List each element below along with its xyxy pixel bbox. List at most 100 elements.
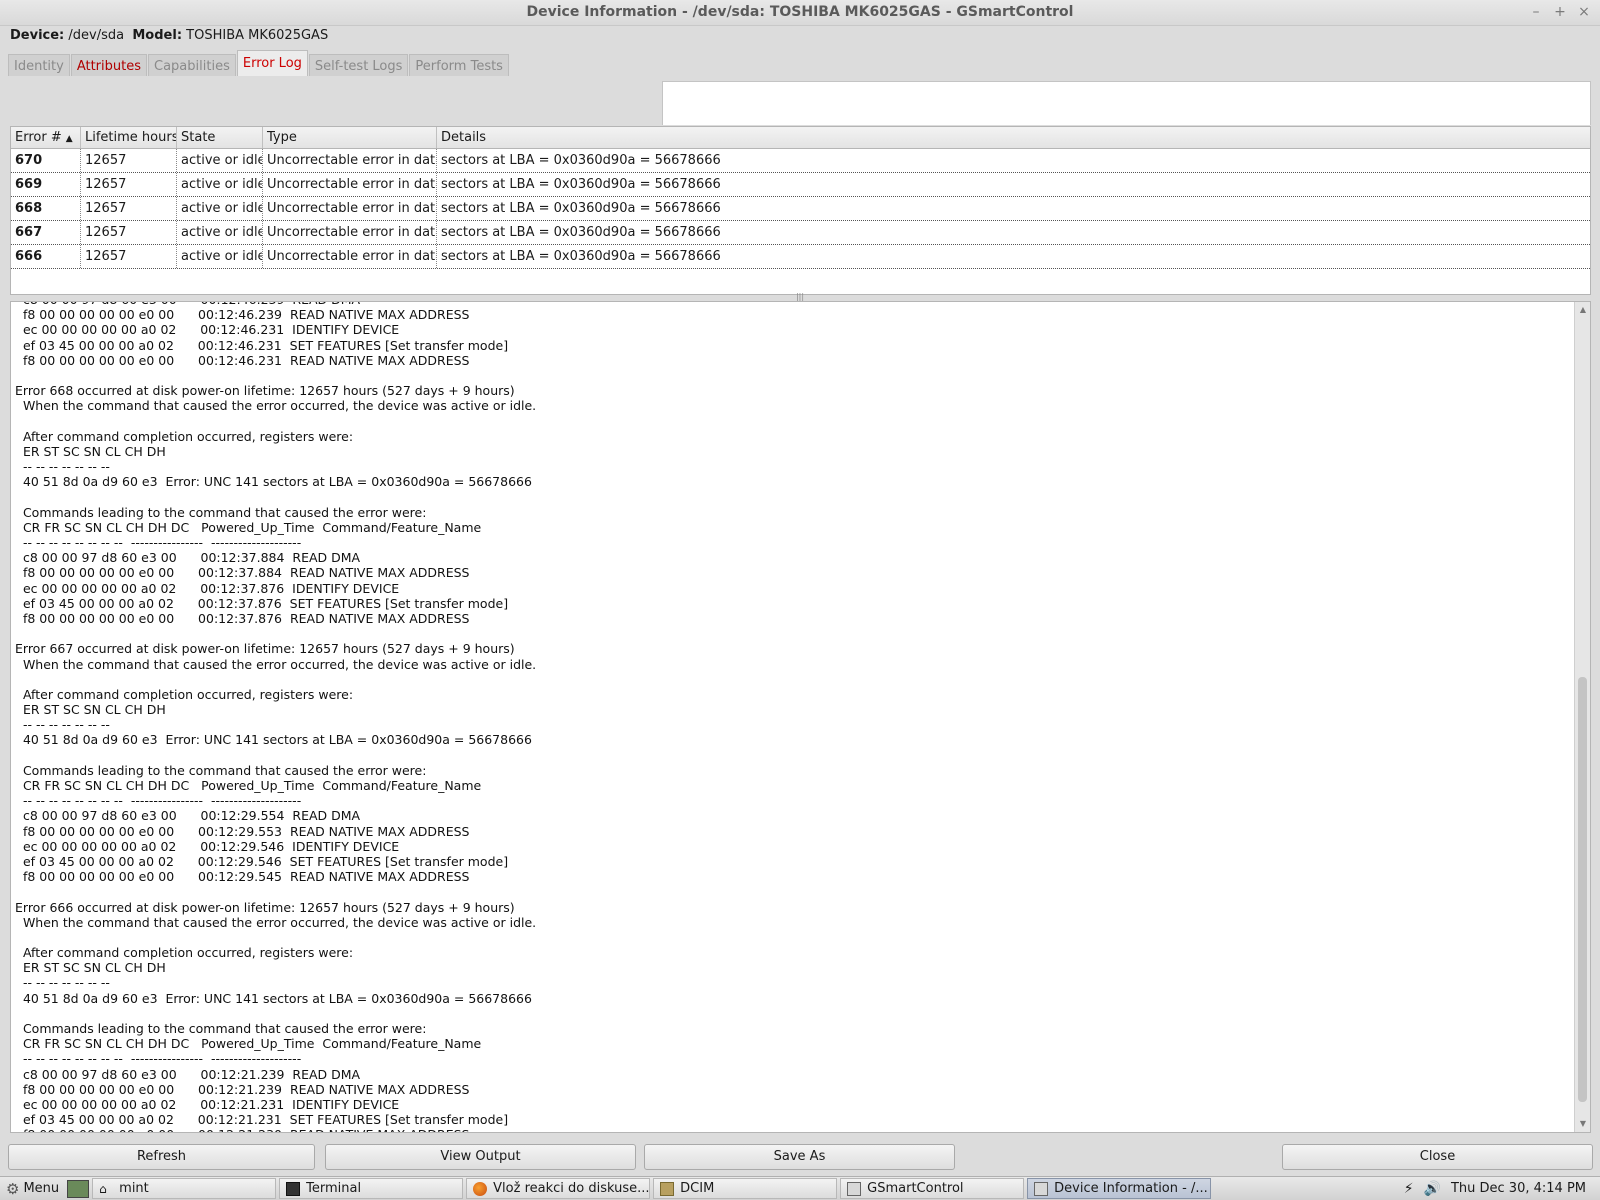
pane-splitter-handle[interactable]: ||| [790,293,810,301]
table-row[interactable]: 670 12657 active or idle Uncorrectable e… [11,149,1590,173]
taskbar: ⚙ Menu ⌂ mint Terminal Vlož reakci do di… [0,1176,1600,1200]
taskbar-item-dcim[interactable]: DCIM [653,1178,838,1199]
cell-lifetime-hours: 12657 [81,221,177,244]
cell-lifetime-hours: 12657 [81,149,177,172]
output-line: ef 03 45 00 00 00 a0 02 00:12:21.231 SET… [15,1112,509,1128]
cell-lifetime-hours: 12657 [81,245,177,268]
output-line: ef 03 45 00 00 00 a0 02 00:12:46.231 SET… [15,337,509,353]
cell-details: sectors at LBA = 0x0360d90a = 56678666 [441,225,721,240]
model-label: Model: [132,28,183,43]
table-row[interactable]: 666 12657 active or idle Uncorrectable e… [11,245,1590,269]
output-line: 40 51 8d 0a d9 60 e3 Error: UNC 141 sect… [15,732,532,748]
cell-lifetime-hours: 12657 [81,197,177,220]
taskbar-item-firefox[interactable]: Vlož reakci do diskuse... [466,1178,651,1199]
clock[interactable]: Thu Dec 30, 4:14 PM [1451,1181,1586,1196]
vertical-scrollbar[interactable]: ▲ ▼ [1574,302,1590,1132]
scroll-up-arrow-icon[interactable]: ▲ [1577,304,1589,316]
cell-type: Uncorrectable error in data [263,173,437,196]
output-line: After command completion occurred, regis… [15,428,354,444]
title-bar[interactable]: Device Information - /dev/sda: TOSHIBA M… [0,0,1600,26]
tab-error-log[interactable]: Error Log [236,50,308,76]
output-line: Error 666 occurred at disk power-on life… [15,899,515,915]
scrollbar-thumb[interactable] [1578,677,1587,1102]
taskbar-item-gsmartcontrol[interactable]: GSmartControl [840,1178,1025,1199]
cell-error-number: 667 [11,221,81,244]
tab-capabilities[interactable]: Capabilities [148,54,236,76]
table-row[interactable]: 667 12657 active or idle Uncorrectable e… [11,221,1590,245]
output-line: ER ST SC SN CL CH DH [15,443,166,459]
close-button[interactable]: Close [1282,1144,1593,1170]
show-desktop-icon[interactable] [67,1179,90,1198]
window-title: Device Information - /dev/sda: TOSHIBA M… [526,4,1074,20]
cell-error-number: 669 [11,173,81,196]
table-row[interactable]: 668 12657 active or idle Uncorrectable e… [11,197,1590,221]
cell-state: active or idle [177,149,263,172]
table-header: Error # ▲ Lifetime hours State Type Detai… [11,127,1590,149]
model-value: TOSHIBA MK6025GAS [186,28,329,43]
tab-self-test-logs[interactable]: Self-test Logs [308,54,409,76]
tab-attributes[interactable]: Attributes [70,54,148,76]
output-text: c8 00 00 97 d8 60 e3 00 00:12:46.239 REA… [15,302,1570,1132]
scroll-down-arrow-icon[interactable]: ▼ [1577,1118,1589,1130]
home-folder-icon: ⌂ [99,1181,107,1196]
output-line: ec 00 00 00 00 00 a0 02 00:12:29.546 IDE… [15,838,400,854]
output-line: Commands leading to the command that cau… [15,762,427,778]
network-icon[interactable]: ⚡ [1404,1181,1414,1197]
device-info-line: Device: /dev/sda Model: TOSHIBA MK6025GA… [10,28,328,43]
close-window-button[interactable]: × [1576,3,1592,21]
taskbar-item-label: Device Information - /... [1054,1181,1208,1196]
column-header-lifetime-hours[interactable]: Lifetime hours [81,127,177,148]
disk-icon [847,1181,862,1196]
output-line: ER ST SC SN CL CH DH [15,960,166,976]
tab-identity[interactable]: Identity [8,54,70,76]
table-row[interactable]: 669 12657 active or idle Uncorrectable e… [11,173,1590,197]
cell-type: Uncorrectable error in data [263,221,437,244]
table-body: 670 12657 active or idle Uncorrectable e… [11,149,1590,269]
output-line: c8 00 00 97 d8 60 e3 00 00:12:29.554 REA… [15,808,361,824]
output-line: 40 51 8d 0a d9 60 e3 Error: UNC 141 sect… [15,474,532,490]
output-line: f8 00 00 00 00 00 e0 00 00:12:46.239 REA… [15,307,470,323]
output-line: CR FR SC SN CL CH DH DC Powered_Up_Time … [15,778,482,793]
output-line: -- -- -- -- -- -- -- [15,975,110,991]
tab-perform-tests[interactable]: Perform Tests [409,54,509,76]
button-row: Refresh View Output Save As Close [0,1144,1600,1172]
minimize-button[interactable]: – [1528,3,1544,21]
column-header-type[interactable]: Type [263,127,437,148]
column-header-error-number[interactable]: Error # ▲ [11,127,81,148]
taskbar-item-label: DCIM [680,1181,715,1196]
column-header-state[interactable]: State [177,127,263,148]
view-output-button[interactable]: View Output [325,1144,636,1170]
cell-state: active or idle [177,197,263,220]
tab-bar: Identity Attributes Capabilities Error L… [8,50,510,76]
device-label: Device: [10,28,65,43]
cell-type: Uncorrectable error in data [263,149,437,172]
refresh-button[interactable]: Refresh [8,1144,315,1170]
error-log-output-view[interactable]: c8 00 00 97 d8 60 e3 00 00:12:46.239 REA… [10,301,1591,1133]
cell-type: Uncorrectable error in data [263,245,437,268]
save-as-button[interactable]: Save As [644,1144,955,1170]
taskbar-item-terminal[interactable]: Terminal [279,1178,464,1199]
output-line: CR FR SC SN CL CH DH DC Powered_Up_Time … [15,519,482,535]
cell-error-number: 668 [11,197,81,220]
taskbar-item-mint[interactable]: ⌂ mint [92,1178,277,1199]
output-line: ec 00 00 00 00 00 a0 02 00:12:46.231 IDE… [15,322,400,338]
gear-icon: ⚙ [6,1179,20,1198]
cell-details: sectors at LBA = 0x0360d90a = 56678666 [441,201,721,216]
output-line: Commands leading to the command that cau… [15,1021,427,1036]
column-header-details[interactable]: Details [437,127,1590,148]
taskbar-item-device-information[interactable]: Device Information - /... [1027,1178,1212,1199]
output-line: ec 00 00 00 00 00 a0 02 00:12:21.231 IDE… [15,1096,400,1112]
folder-icon [660,1181,675,1196]
output-line: ef 03 45 00 00 00 a0 02 00:12:29.546 SET… [15,853,509,869]
output-line: -- -- -- -- -- -- -- [15,459,110,475]
output-line: When the command that caused the error o… [15,914,537,930]
output-line: f8 00 00 00 00 00 e0 00 00:12:21.239 REA… [15,1081,470,1097]
cell-state: active or idle [177,245,263,268]
start-menu-button[interactable]: ⚙ Menu [0,1178,65,1200]
maximize-button[interactable]: + [1552,3,1568,21]
volume-icon[interactable]: 🔊 [1424,1181,1441,1197]
